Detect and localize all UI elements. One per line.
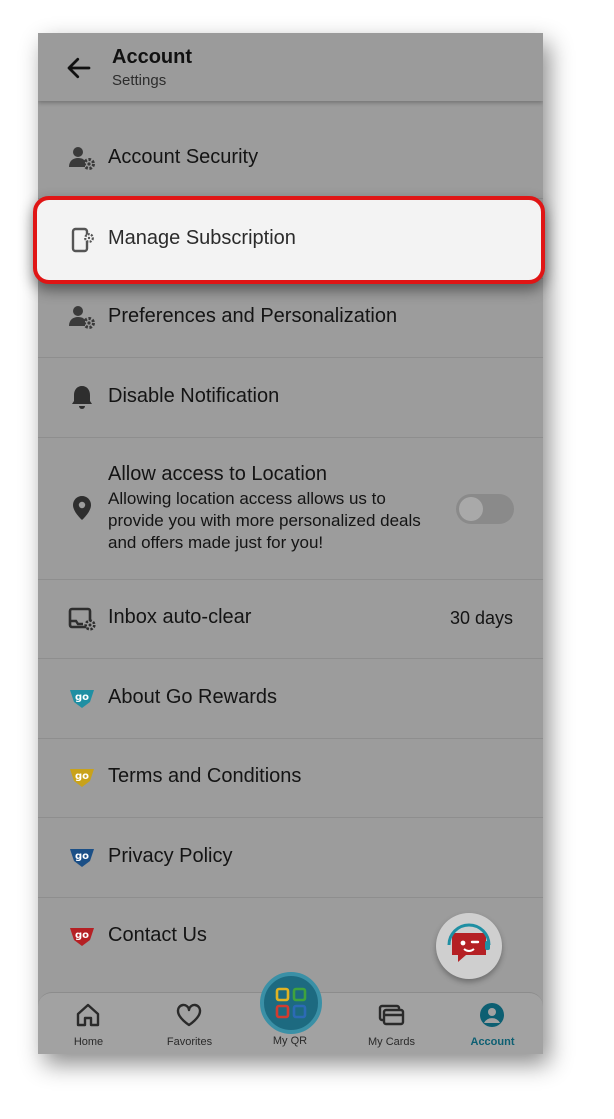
contact-label: Contact Us <box>108 924 207 946</box>
inbox-auto-clear-label: Inbox auto-clear <box>108 606 252 628</box>
qr-code-icon <box>275 987 307 1019</box>
svg-text:go: go <box>75 692 89 703</box>
user-gear-icon <box>69 306 95 329</box>
inbox-auto-clear-value: 30 days <box>449 608 513 628</box>
location-description: Allowing location access allows us to pr… <box>108 489 421 552</box>
privacy-label: Privacy Policy <box>108 845 233 867</box>
svg-text:go: go <box>75 771 89 782</box>
menu-item-privacy[interactable]: go Privacy Policy <box>38 818 543 898</box>
preferences-label: Preferences and Personalization <box>108 305 398 327</box>
inbox-gear-icon <box>68 607 96 631</box>
bell-icon <box>72 386 92 409</box>
location-pin-icon <box>73 496 91 520</box>
menu-item-inbox-auto-clear[interactable]: Inbox auto-clear 30 days <box>38 579 543 659</box>
menu-item-preferences[interactable]: Preferences and Personalization <box>38 278 543 358</box>
about-label: About Go Rewards <box>108 686 277 708</box>
menu-item-terms[interactable]: go Terms and Conditions <box>38 738 543 818</box>
user-gear-icon <box>69 147 95 170</box>
phone-screen: Account Settings Account Security Prefer… <box>38 33 543 1054</box>
my-qr-button[interactable] <box>260 972 322 1034</box>
terms-label: Terms and Conditions <box>108 765 302 787</box>
nav-my-qr-label: My QR <box>272 1035 308 1047</box>
toggle-knob <box>459 497 483 521</box>
svg-text:go: go <box>75 851 89 862</box>
disable-notification-label: Disable Notification <box>108 385 280 407</box>
menu-item-account-security[interactable]: Account Security <box>38 119 543 199</box>
nav-favorites[interactable]: Favorites <box>139 993 240 1054</box>
chat-support-button[interactable] <box>436 913 502 979</box>
cards-icon <box>378 1004 405 1026</box>
account-security-label: Account Security <box>108 146 259 168</box>
page-title: Account <box>112 46 192 68</box>
app-header: Account Settings <box>38 33 543 101</box>
go-rewards-yellow-icon: go <box>70 769 94 787</box>
nav-my-cards[interactable]: My Cards <box>341 993 442 1054</box>
back-arrow-icon[interactable] <box>64 53 94 83</box>
device-settings-icon <box>71 227 94 253</box>
chat-mascot-icon <box>447 923 491 962</box>
nav-home[interactable]: Home <box>38 993 139 1054</box>
location-toggle[interactable] <box>456 494 514 524</box>
nav-account[interactable]: Account <box>442 993 543 1054</box>
manage-subscription-highlight[interactable]: Manage Subscription <box>33 196 545 284</box>
nav-favorites-label: Favorites <box>166 1036 213 1048</box>
menu-item-disable-notification[interactable]: Disable Notification <box>38 358 543 438</box>
nav-my-cards-label: My Cards <box>367 1036 416 1048</box>
home-icon <box>76 1003 100 1027</box>
go-rewards-red-icon: go <box>70 928 94 946</box>
menu-item-location-access: Allow access to Location Allowing locati… <box>38 438 543 580</box>
svg-text:go: go <box>75 930 89 941</box>
nav-home-label: Home <box>73 1036 104 1048</box>
account-icon <box>480 1003 504 1027</box>
nav-account-label: Account <box>470 1036 515 1048</box>
page-subtitle: Settings <box>112 72 167 89</box>
menu-item-about[interactable]: go About Go Rewards <box>38 659 543 739</box>
go-rewards-blue-icon: go <box>70 849 94 867</box>
heart-icon <box>176 1003 202 1027</box>
location-title: Allow access to Location <box>108 463 328 485</box>
go-rewards-teal-icon: go <box>70 690 94 708</box>
manage-subscription-label: Manage Subscription <box>108 227 296 249</box>
